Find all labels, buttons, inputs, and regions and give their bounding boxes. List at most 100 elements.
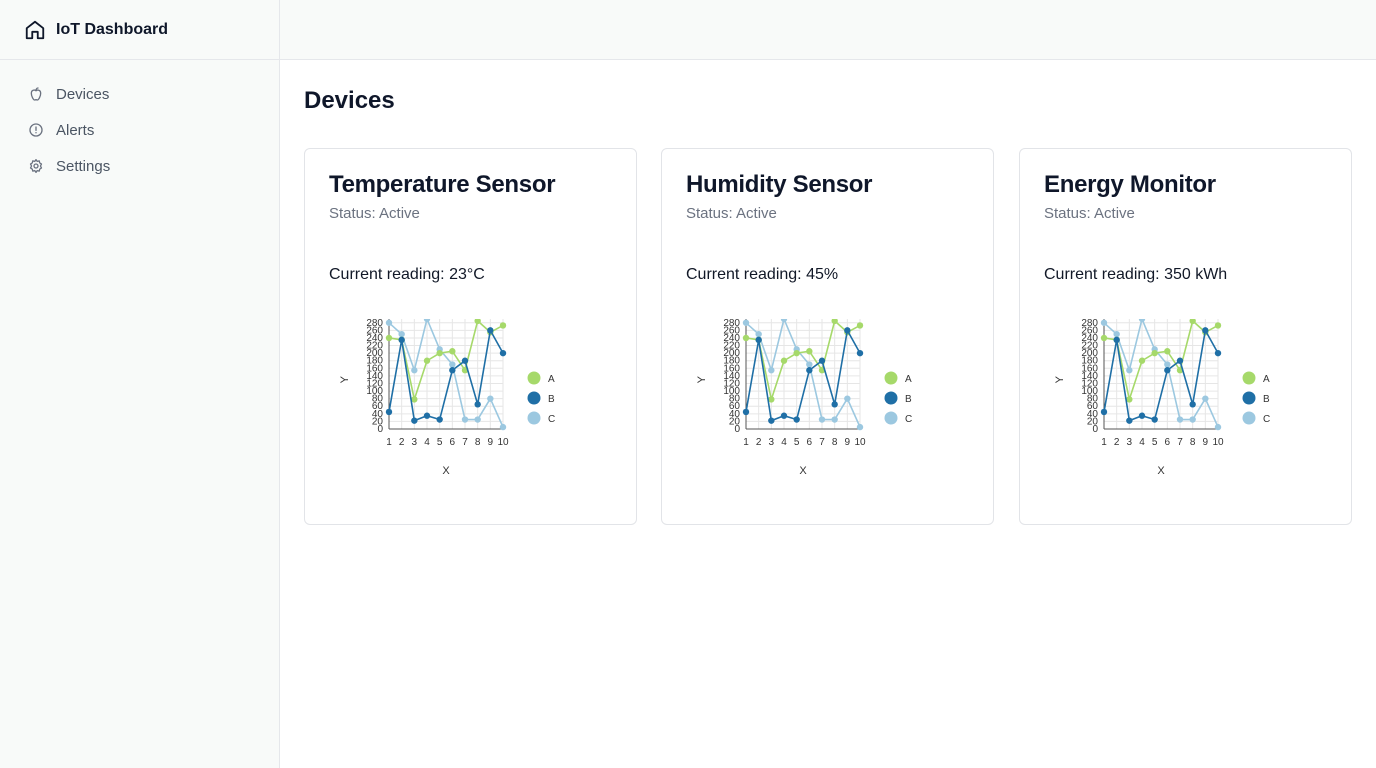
x-tick-label: 6: [1165, 437, 1171, 448]
x-tick-label: 1: [386, 437, 392, 448]
device-card-temperature[interactable]: Temperature Sensor Status: Active Curren…: [304, 148, 637, 525]
top-bar: [280, 0, 1376, 60]
data-point-b: [1151, 416, 1158, 423]
data-point-c: [499, 423, 507, 431]
x-tick-label: 8: [1190, 437, 1196, 448]
data-point-b: [487, 327, 494, 334]
data-point-b: [844, 327, 851, 334]
x-tick-label: 4: [1139, 437, 1145, 448]
legend-label: C: [548, 414, 555, 425]
card-status: Status: Active: [1044, 205, 1135, 222]
card-title: Humidity Sensor: [686, 171, 873, 198]
sidebar-item-label: Devices: [56, 85, 110, 103]
data-point-b: [831, 401, 838, 408]
legend-label: A: [548, 374, 555, 385]
x-tick-label: 6: [807, 437, 813, 448]
home-icon: [25, 20, 45, 39]
data-point-c: [1113, 330, 1120, 338]
x-tick-label: 5: [437, 437, 443, 448]
data-point-a: [436, 349, 443, 357]
data-point-b: [423, 412, 431, 419]
data-point-b: [1214, 349, 1222, 357]
legend-marker-a: [527, 371, 541, 385]
x-tick-label: 4: [781, 437, 787, 448]
data-point-b: [780, 412, 788, 419]
data-point-a: [1151, 349, 1158, 357]
legend-marker-a: [884, 371, 898, 385]
data-point-c: [768, 367, 775, 374]
data-point-c: [449, 361, 456, 368]
data-point-c: [411, 367, 418, 374]
x-axis-label: X: [442, 465, 450, 477]
gear-icon: [29, 159, 43, 173]
data-point-b: [742, 408, 750, 416]
sidebar-item-settings[interactable]: Settings: [0, 148, 279, 184]
data-point-b: [461, 357, 469, 364]
x-tick-label: 8: [832, 437, 838, 448]
x-tick-label: 7: [819, 437, 825, 448]
data-point-c: [856, 423, 864, 431]
alert-circle-icon: [29, 123, 43, 137]
x-tick-label: 5: [1152, 437, 1158, 448]
card-status: Status: Active: [686, 205, 777, 222]
humidity-chart: 0204060801001201401601802002202402602801…: [696, 319, 912, 477]
data-point-b: [436, 416, 443, 423]
legend-label: B: [905, 394, 912, 405]
legend-marker-c: [884, 411, 898, 425]
card-title: Energy Monitor: [1044, 171, 1216, 198]
data-point-c: [806, 361, 813, 368]
data-point-b: [768, 417, 775, 424]
sidebar-item-devices[interactable]: Devices: [0, 76, 279, 112]
data-point-b: [1164, 367, 1171, 374]
data-point-a: [742, 334, 750, 342]
data-point-b: [856, 349, 864, 357]
data-point-b: [474, 401, 481, 408]
data-point-b: [1138, 412, 1146, 419]
x-tick-label: 9: [1203, 437, 1209, 448]
data-point-a: [1214, 322, 1222, 329]
device-card-humidity[interactable]: Humidity Sensor Status: Active Current r…: [661, 148, 994, 525]
data-point-c: [1126, 367, 1133, 374]
data-point-b: [1113, 336, 1120, 344]
data-point-b: [499, 349, 507, 357]
data-point-c: [1202, 395, 1209, 402]
x-tick-label: 5: [794, 437, 800, 448]
x-axis-label: X: [1157, 465, 1165, 477]
data-point-c: [1164, 361, 1171, 368]
data-point-c: [398, 330, 405, 338]
data-point-c: [818, 416, 826, 423]
sidebar-item-alerts[interactable]: Alerts: [0, 112, 279, 148]
x-tick-label: 10: [1212, 437, 1224, 448]
card-reading: Current reading: 350 kWh: [1044, 266, 1228, 283]
x-tick-label: 3: [1127, 437, 1133, 448]
data-point-c: [1100, 319, 1108, 326]
card-reading: Current reading: 23°C: [329, 266, 485, 283]
data-point-b: [793, 416, 800, 423]
y-axis-label: Y: [339, 375, 351, 383]
legend-label: A: [1263, 374, 1270, 385]
data-point-c: [742, 319, 750, 326]
brand[interactable]: IoT Dashboard: [0, 0, 279, 60]
device-card-energy[interactable]: Energy Monitor Status: Active Current re…: [1019, 148, 1352, 525]
data-point-a: [1138, 357, 1146, 364]
y-axis-label: Y: [1054, 375, 1066, 383]
device-cards: Temperature Sensor Status: Active Curren…: [304, 148, 1352, 525]
y-axis-label: Y: [696, 375, 708, 383]
data-point-b: [1202, 327, 1209, 334]
energy-chart: 0204060801001201401601802002202402602801…: [1054, 319, 1270, 477]
legend-marker-c: [1242, 411, 1256, 425]
x-tick-label: 8: [475, 437, 481, 448]
x-tick-label: 10: [497, 437, 509, 448]
data-point-c: [385, 319, 393, 326]
data-point-b: [1189, 401, 1196, 408]
x-tick-label: 1: [1101, 437, 1107, 448]
temperature-chart: 0204060801001201401601802002202402602801…: [339, 319, 555, 477]
x-tick-label: 2: [399, 437, 405, 448]
x-tick-label: 1: [743, 437, 749, 448]
x-tick-label: 10: [854, 437, 866, 448]
legend-label: B: [548, 394, 555, 405]
data-point-c: [755, 330, 762, 338]
sidebar-item-label: Settings: [56, 157, 111, 175]
data-point-a: [423, 357, 431, 364]
x-tick-label: 3: [769, 437, 775, 448]
